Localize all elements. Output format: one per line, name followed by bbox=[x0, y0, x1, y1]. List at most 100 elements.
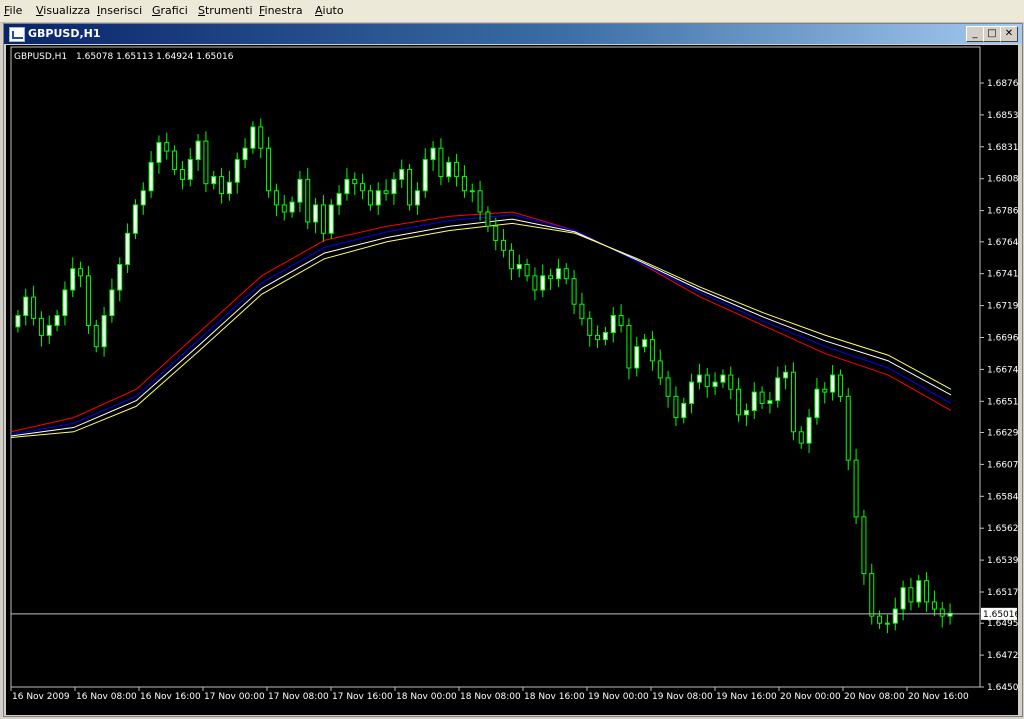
candle-body bbox=[822, 388, 828, 393]
y-tick-label: 1.67860 bbox=[987, 207, 1018, 217]
candle-body bbox=[430, 147, 436, 161]
menu-inserisci[interactable]: Inserisci bbox=[97, 4, 142, 17]
candle-body bbox=[195, 140, 201, 161]
candle-body bbox=[751, 391, 757, 412]
candle-body bbox=[555, 268, 561, 280]
candle-body bbox=[642, 339, 648, 348]
minimize-button[interactable]: _ bbox=[966, 26, 984, 42]
y-tick-label: 1.66295 bbox=[987, 428, 1018, 438]
candle-body bbox=[595, 334, 601, 341]
candle-body bbox=[571, 278, 577, 305]
candle-body bbox=[258, 126, 264, 149]
candle-body bbox=[219, 176, 225, 195]
candle-body bbox=[438, 147, 444, 178]
symbol-label: GBPUSD,H1 bbox=[14, 52, 67, 62]
chart-window-icon bbox=[9, 27, 25, 42]
menu-grafici[interactable]: Grafici bbox=[152, 4, 188, 17]
candle-body bbox=[383, 190, 389, 195]
candle-body bbox=[931, 601, 937, 610]
candle-body bbox=[657, 360, 663, 379]
x-tick-label: 18 Nov 00:00 bbox=[396, 692, 457, 702]
candle-body bbox=[814, 388, 820, 419]
x-tick-label: 17 Nov 00:00 bbox=[204, 692, 265, 702]
menu-visualizza[interactable]: Visualizza bbox=[36, 4, 90, 17]
candle-body bbox=[31, 296, 37, 319]
candle-body bbox=[446, 161, 452, 178]
menu-strumenti[interactable]: Strumenti bbox=[198, 4, 253, 17]
candle-body bbox=[414, 190, 420, 206]
candle-body bbox=[665, 377, 671, 397]
minimize-icon: _ bbox=[972, 28, 978, 39]
candle-body bbox=[38, 317, 44, 336]
x-tick-label: 19 Nov 16:00 bbox=[716, 692, 777, 702]
x-tick-label: 16 Nov 2009 bbox=[12, 692, 70, 702]
close-button[interactable]: ✕ bbox=[1000, 26, 1018, 42]
candle-body bbox=[422, 159, 428, 192]
candle-body bbox=[563, 268, 569, 280]
candle-body bbox=[234, 159, 240, 183]
candle-body bbox=[775, 377, 781, 402]
candle-body bbox=[172, 150, 178, 170]
candle-body bbox=[516, 263, 522, 270]
candle-body bbox=[78, 268, 84, 277]
candle-body bbox=[62, 289, 68, 317]
y-tick-label: 1.66070 bbox=[987, 460, 1018, 470]
y-tick-label: 1.68085 bbox=[987, 175, 1018, 185]
candle-body bbox=[783, 371, 789, 379]
x-tick-label: 20 Nov 00:00 bbox=[780, 692, 841, 702]
candle-body bbox=[132, 204, 138, 234]
candle-body bbox=[736, 388, 742, 416]
x-tick-label: 20 Nov 08:00 bbox=[844, 692, 905, 702]
candle-body bbox=[250, 126, 256, 149]
candle-body bbox=[798, 431, 804, 444]
x-tick-label: 20 Nov 16:00 bbox=[908, 692, 969, 702]
menu-bar: File Visualizza Inserisci Grafici Strume… bbox=[0, 0, 1024, 23]
menu-aiuto[interactable]: Aiuto bbox=[315, 4, 344, 17]
candle-body bbox=[806, 417, 812, 444]
candle-body bbox=[156, 142, 162, 163]
candle-body bbox=[696, 374, 702, 383]
candle-body bbox=[320, 204, 326, 234]
candle-body bbox=[610, 315, 616, 334]
candle-body bbox=[869, 573, 875, 617]
candle-body bbox=[548, 275, 554, 280]
price-chart[interactable]: GBPUSD,H1 1.65078 1.65113 1.64924 1.6501… bbox=[6, 45, 1024, 715]
y-tick-label: 1.65845 bbox=[987, 492, 1018, 502]
candle-body bbox=[93, 324, 99, 348]
candle-body bbox=[211, 176, 217, 185]
candle-body bbox=[845, 395, 851, 461]
candle-body bbox=[469, 190, 475, 193]
candle-body bbox=[117, 263, 123, 291]
candle-body bbox=[125, 232, 131, 265]
ohlc-label: 1.65078 1.65113 1.64924 1.65016 bbox=[76, 52, 234, 62]
candle-body bbox=[289, 201, 295, 213]
candle-body bbox=[399, 168, 405, 180]
candle-body bbox=[720, 374, 726, 383]
moving-average-line bbox=[10, 222, 952, 438]
current-price-tag: 1.65016 bbox=[983, 610, 1018, 620]
time-axis: 16 Nov 2009 16 Nov 08:00 16 Nov 16:00 17 No… bbox=[10, 687, 969, 702]
candle-body bbox=[712, 381, 718, 387]
x-tick-label: 16 Nov 16:00 bbox=[140, 692, 201, 702]
candle-body bbox=[540, 275, 546, 291]
candle-body bbox=[830, 374, 836, 393]
candle-body bbox=[532, 275, 538, 291]
window-titlebar[interactable]: GBPUSD,H1 _ □ ✕ bbox=[4, 24, 1022, 44]
candle-body bbox=[328, 204, 334, 234]
chart-area[interactable]: GBPUSD,H1 1.65078 1.65113 1.64924 1.6501… bbox=[6, 45, 1024, 715]
y-tick-label: 1.68310 bbox=[987, 143, 1018, 153]
menu-finestra[interactable]: Finestra bbox=[259, 4, 303, 17]
candle-body bbox=[15, 315, 21, 328]
candle-body bbox=[602, 332, 608, 341]
y-tick-label: 1.65170 bbox=[987, 588, 1018, 598]
candle-body bbox=[649, 339, 655, 362]
candle-body bbox=[281, 204, 287, 213]
candle-body bbox=[681, 402, 687, 419]
close-icon: ✕ bbox=[1004, 28, 1014, 39]
candle-body bbox=[179, 168, 185, 180]
restore-button[interactable]: □ bbox=[983, 26, 1001, 42]
menu-file[interactable]: File bbox=[4, 4, 22, 17]
candle-body bbox=[743, 410, 749, 416]
candle-body bbox=[524, 263, 530, 277]
candle-body bbox=[924, 580, 930, 603]
